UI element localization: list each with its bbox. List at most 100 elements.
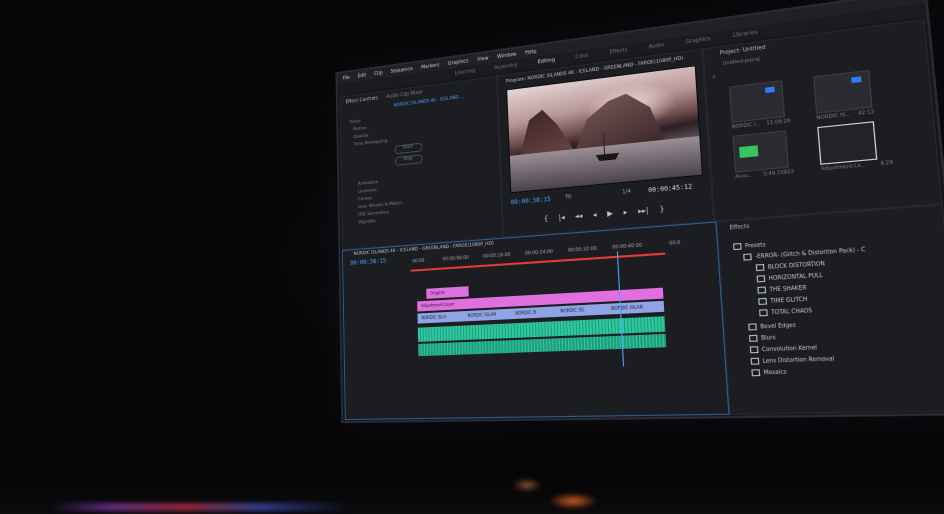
preset-icon [755, 263, 765, 272]
graphic-clip[interactable]: Graphic [426, 286, 469, 299]
fx-blurs[interactable]: Blurs [748, 334, 776, 342]
folder-icon [748, 323, 757, 331]
row-motion[interactable]: Motion [353, 126, 367, 132]
play-button[interactable]: ▶ [607, 209, 613, 218]
fx-time-glitch[interactable]: TIME GLITCH [758, 296, 808, 306]
menu-window[interactable]: Window [497, 51, 516, 60]
ws-learning[interactable]: Learning [455, 68, 476, 77]
fx-row-curves[interactable]: Curves [358, 196, 372, 202]
row-time-remap[interactable]: Time Remapping [353, 139, 387, 148]
fx-horizontal-pull[interactable]: HORIZONTAL PULL [756, 272, 823, 283]
adjustment-clip-label: Adjustment Layer [420, 301, 455, 309]
menu-graphics[interactable]: Graphics [448, 58, 469, 67]
video-clip-4-label: NORDIC ISL [560, 307, 585, 314]
menu-clip[interactable]: Clip [374, 70, 383, 77]
start-label: Start [402, 144, 414, 151]
fx-lens-distortion-removal[interactable]: Lens Distortion Removal [750, 355, 835, 366]
fx-presets-label: Presets [744, 242, 766, 250]
tab-audio-clip-mixer[interactable]: Audio Clip Mixer [386, 89, 423, 99]
step-back-button[interactable]: ◂◂ [575, 212, 583, 221]
fx-total-chaos[interactable]: TOTAL CHAOS [759, 307, 812, 317]
ws-libraries[interactable]: Libraries [733, 29, 758, 39]
stop-pill-button[interactable]: Stop [394, 154, 423, 166]
timeline-panel: NORDIC ISLANDS 4K - ICELAND - GREENLAND … [341, 221, 730, 421]
bin-item-adjustment-layer[interactable] [817, 121, 878, 165]
bin-item-dur-4: 4:29 [880, 160, 894, 168]
go-to-in-button[interactable]: |◂ [558, 213, 564, 222]
ws-color[interactable]: Color [575, 52, 589, 60]
project-title[interactable]: Project: Untitled [720, 44, 766, 56]
video-clip-5[interactable]: NORDIC ISLAN [606, 300, 666, 315]
ws-graphics[interactable]: Graphics [686, 36, 711, 46]
next-frame-button[interactable]: ▸ [623, 208, 627, 217]
bin-item-name-3: Auro... [735, 173, 753, 181]
ws-assembly[interactable]: Assembly [494, 62, 518, 71]
ws-effects[interactable]: Effects [609, 47, 627, 56]
bin-item-dur-3: 5:46:10823 [763, 169, 795, 178]
row-video: Video [349, 119, 361, 126]
folder-icon [743, 253, 752, 261]
video-clip-3[interactable]: NORDIC IS [510, 306, 558, 320]
video-clip-2[interactable]: NORDIC ISLAN [463, 308, 513, 322]
start-pill-button[interactable]: Start [394, 142, 423, 155]
fx-total-chaos-label: TOTAL CHAOS [771, 308, 813, 317]
menu-markers[interactable]: Markers [421, 62, 440, 70]
menu-help[interactable]: Help [525, 48, 537, 55]
ruler-1: 00:00:08:00 [442, 255, 469, 263]
ws-audio[interactable]: Audio [649, 42, 665, 50]
bin-item-nordic-1[interactable] [728, 80, 786, 123]
fx-row-vignette[interactable]: Vignette [358, 219, 375, 225]
bin-item-nordic-2[interactable] [813, 69, 873, 114]
go-to-out-button[interactable]: ▸▸| [638, 206, 649, 215]
video-clip-4[interactable]: NORDIC ISL [555, 303, 609, 317]
fx-block-distortion[interactable]: BLOCK DISTORTION [755, 260, 826, 272]
ruler-4: 00:00:32:00 [567, 246, 597, 254]
fx-convolution-kernel[interactable]: Convolution Kernel [749, 344, 817, 354]
orange-light [548, 493, 598, 509]
folder-icon [750, 357, 760, 365]
bin-item-name-1: NORDIC I... [731, 121, 761, 131]
ws-editing[interactable]: Editing [537, 57, 555, 65]
bin-item-dur-2: 42:12 [857, 109, 875, 118]
prev-frame-button[interactable]: ◂ [593, 211, 597, 220]
program-timecode-current[interactable]: 00:00:38:15 [511, 196, 551, 207]
menu-view[interactable]: View [477, 55, 489, 62]
video-clip-3-label: NORDIC IS [515, 309, 537, 316]
fx-the-shaker[interactable]: THE SHAKER [757, 284, 807, 294]
ruler-2: 00:00:16:00 [483, 252, 511, 260]
tab-effect-controls[interactable]: Effect Controls [346, 95, 378, 105]
fx-row-hsl[interactable]: HSL Secondary [358, 210, 389, 218]
menu-edit[interactable]: Edit [358, 72, 367, 79]
fx-row-lens-wheels[interactable]: Lens Wheels & Match [358, 201, 402, 210]
preset-icon [757, 286, 767, 294]
video-clip-1[interactable]: NORDIC ISLA [417, 311, 465, 324]
bin-item-name-2: NORDIC IS... [816, 112, 851, 122]
fx-lens-distortion-removal-label: Lens Distortion Removal [762, 357, 835, 366]
folder-icon [733, 242, 742, 251]
fx-mosaics[interactable]: Mosaics [751, 368, 787, 377]
program-video-frame[interactable] [506, 65, 704, 194]
fx-row-loudness[interactable]: Loudness [358, 188, 377, 195]
search-icon[interactable]: ⌕ [712, 73, 716, 82]
effects-title[interactable]: Effects [729, 223, 749, 231]
zoom-fit-select[interactable]: Fit [565, 194, 571, 201]
row-opacity[interactable]: Opacity [353, 133, 368, 140]
orange-light-small [512, 478, 542, 492]
effects-panel: Effects Presets -ERROR- (Glitch & Distor… [716, 204, 944, 415]
fx-block-distortion-label: BLOCK DISTORTION [767, 261, 826, 272]
resolution-select[interactable]: 1/4 [622, 189, 631, 196]
keyboard-backlight [50, 503, 350, 511]
mark-out-button[interactable]: } [659, 205, 664, 214]
mark-in-button[interactable]: { [544, 215, 549, 224]
ruler-3: 00:00:24:00 [524, 249, 554, 257]
project-panel: Project: Untitled Untitled.prproj ⌕ NORD… [702, 18, 943, 222]
stop-label: Stop [403, 156, 413, 163]
timeline-timecode[interactable]: 00:00:38:15 [350, 258, 386, 267]
fx-bevel-edges[interactable]: Bevel Edges [748, 322, 796, 331]
fx-row-animation[interactable]: Animation [358, 180, 379, 187]
fx-presets[interactable]: Presets [733, 241, 766, 251]
ruler-0: 00:00 [412, 258, 425, 265]
transport-controls: { |◂ ◂◂ ◂ ▶ ▸ ▸▸| } [544, 205, 665, 223]
bin-item-audio[interactable] [732, 130, 790, 173]
menu-file[interactable]: File [342, 74, 349, 81]
